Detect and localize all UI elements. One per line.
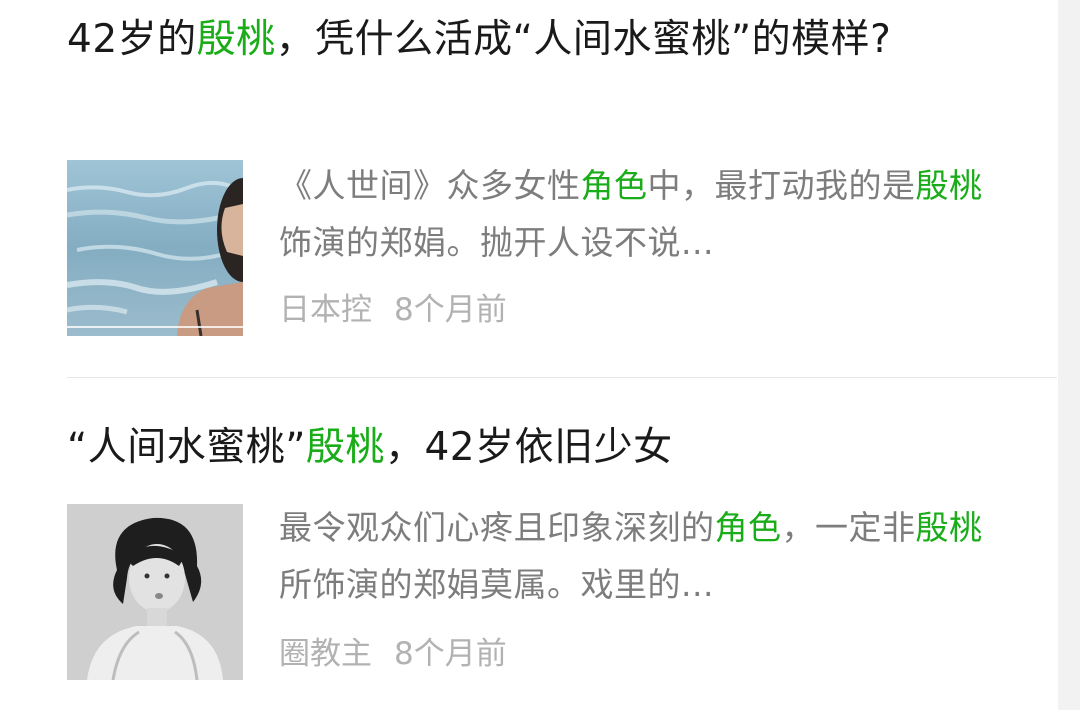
text-segment: ，一定非 (781, 508, 916, 547)
page-edge (1058, 0, 1080, 710)
text-segment: 中，最打动我的是 (647, 166, 916, 205)
portrait-photo-icon (67, 504, 243, 680)
article-summary: 最令观众们心疼且印象深刻的角色，一定非殷桃所饰演的郑娟莫属。戏里的... (279, 499, 1009, 613)
article-title[interactable]: “人间水蜜桃”殷桃，42岁依旧少女 (67, 418, 997, 478)
text-segment: ，42岁依旧少女 (384, 425, 673, 470)
article-thumbnail[interactable] (67, 504, 243, 680)
article-source: 圈教主 (279, 636, 372, 672)
keyword-highlight: 殷桃 (915, 508, 983, 547)
keyword-highlight: 角色 (580, 166, 648, 205)
article-meta: 圈教主 8个月前 (279, 634, 507, 674)
article-time: 8个月前 (394, 636, 507, 672)
text-segment: “人间水蜜桃” (67, 425, 306, 470)
keyword-highlight: 角色 (714, 508, 782, 547)
text-segment: ，凭什么活成“人间水蜜桃”的模样? (275, 17, 892, 62)
article-title[interactable]: 42岁的殷桃，凭什么活成“人间水蜜桃”的模样? (67, 10, 997, 70)
article-meta: 日本控 8个月前 (279, 290, 507, 330)
keyword-highlight: 殷桃 (305, 425, 385, 470)
keyword-highlight: 殷桃 (915, 166, 983, 205)
article-source: 日本控 (279, 292, 372, 328)
article-card-2[interactable]: “人间水蜜桃”殷桃，42岁依旧少女 最令观众们心疼且印象深刻的角色，一定非殷桃所… (67, 380, 1057, 710)
text-segment: 《人世间》众多女性 (279, 166, 581, 205)
article-summary: 《人世间》众多女性角色中，最打动我的是殷桃饰演的郑娟。抛开人设不说... (279, 157, 1009, 271)
text-segment: 42岁的 (67, 17, 197, 62)
text-segment: 饰演的郑娟。抛开人设不说... (279, 223, 714, 262)
article-thumbnail[interactable] (67, 160, 243, 336)
beach-photo-icon (67, 160, 243, 336)
divider (67, 377, 1057, 378)
article-card-1[interactable]: 42岁的殷桃，凭什么活成“人间水蜜桃”的模样? 《人世间》众多女性角色中，最打动 (67, 0, 1057, 378)
text-segment: 所饰演的郑娟莫属。戏里的... (279, 565, 714, 604)
article-time: 8个月前 (394, 292, 507, 328)
keyword-highlight: 殷桃 (196, 17, 276, 62)
text-segment: 最令观众们心疼且印象深刻的 (279, 508, 715, 547)
